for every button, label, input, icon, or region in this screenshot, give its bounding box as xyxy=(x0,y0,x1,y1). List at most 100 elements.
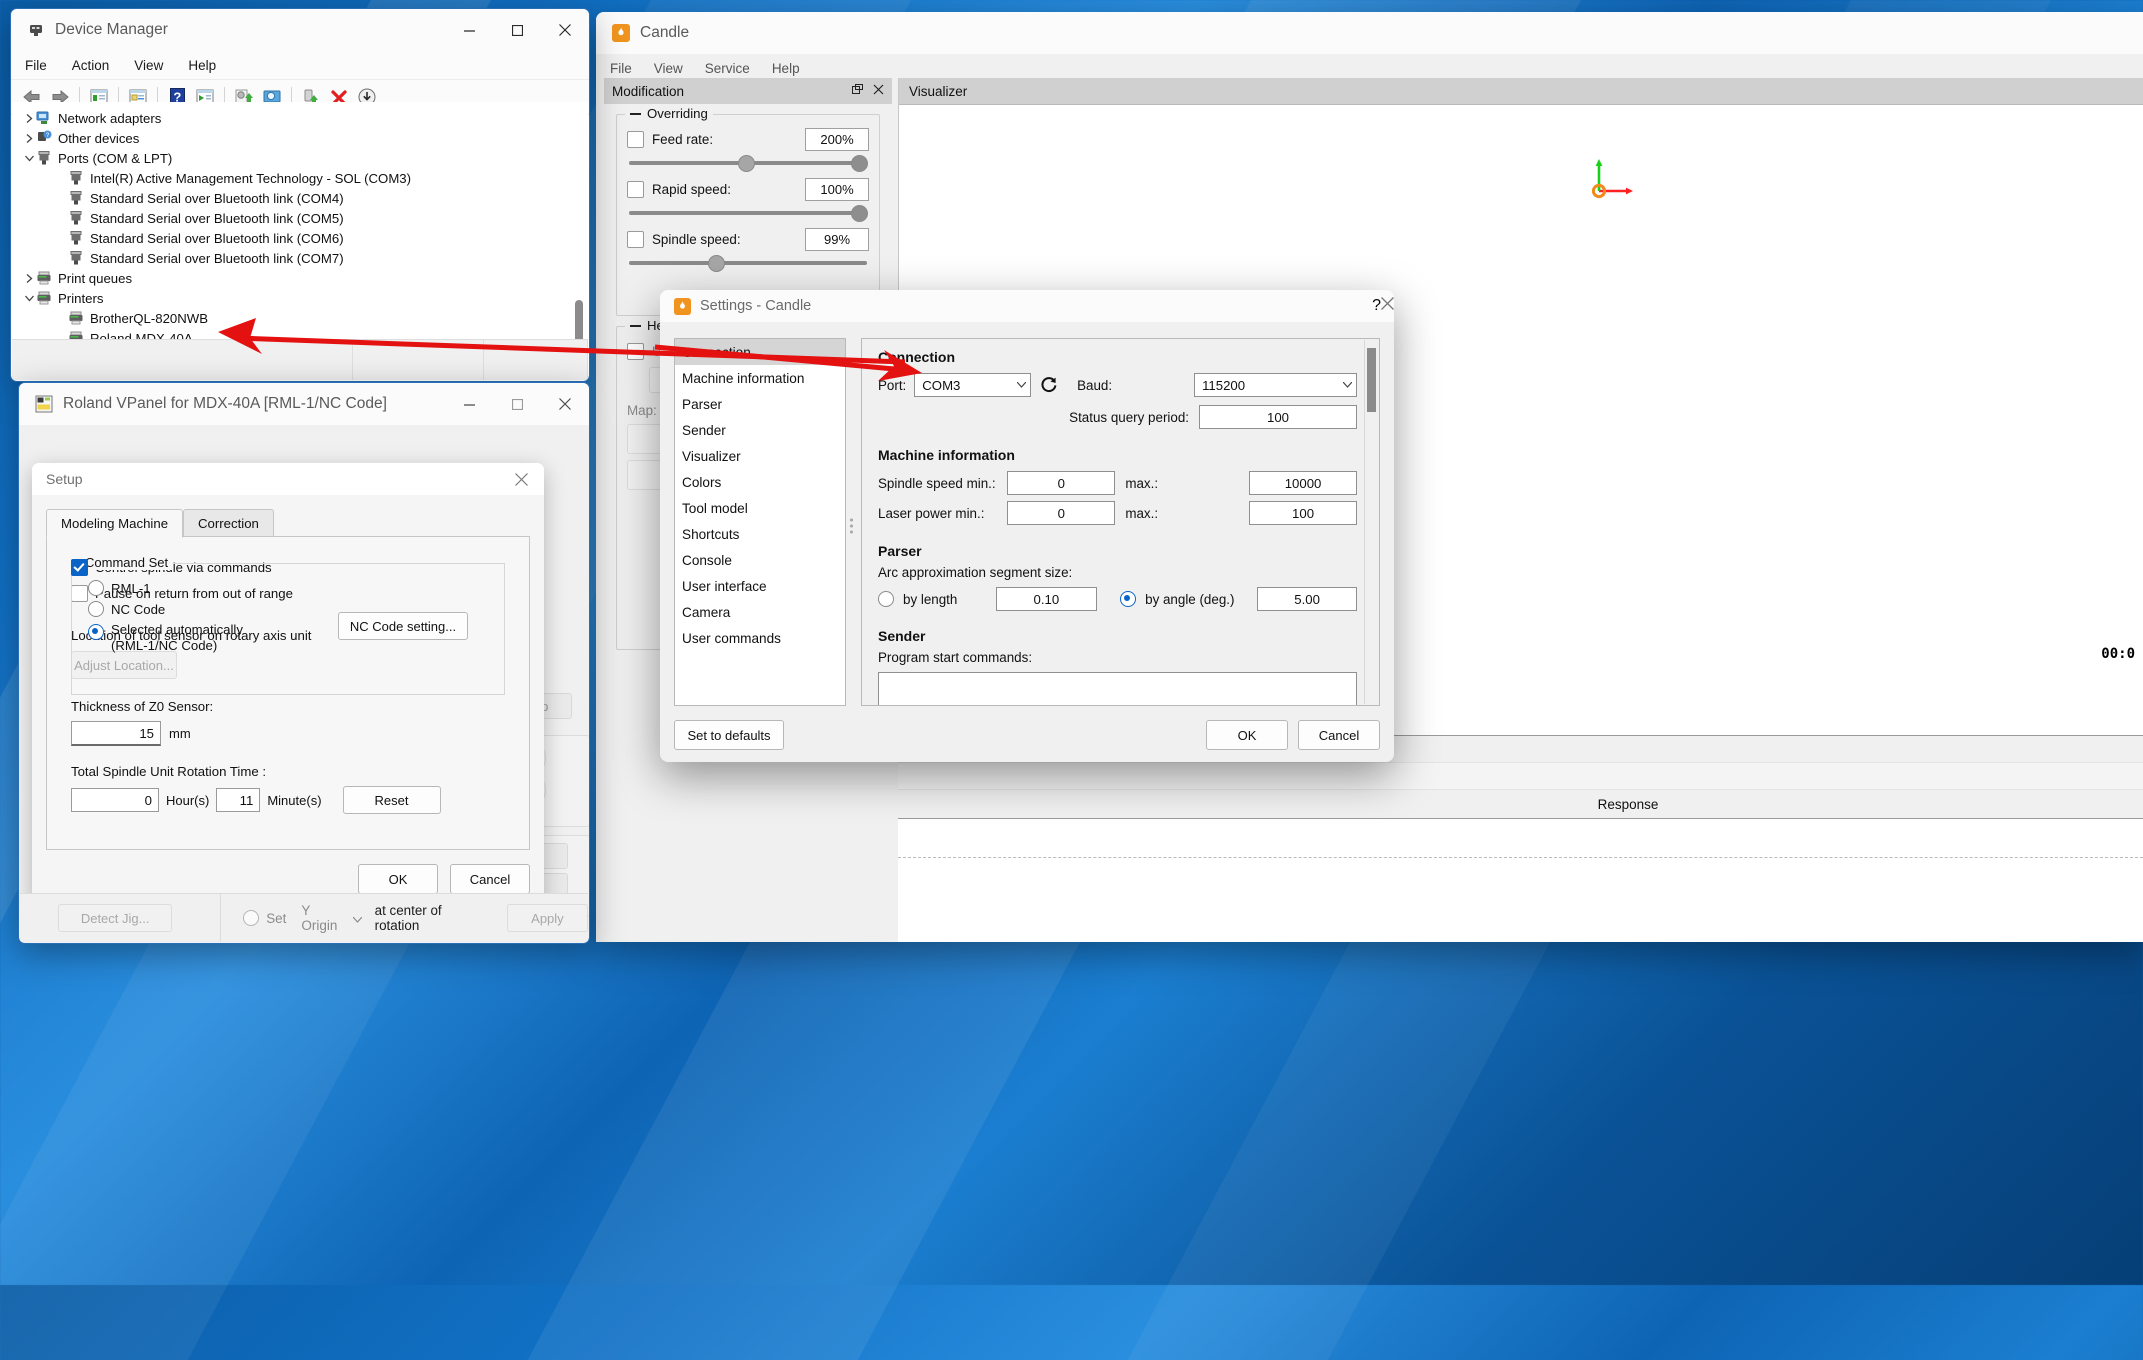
z0-thickness-input[interactable]: 15 xyxy=(71,721,161,746)
device-tree-item[interactable]: Printers xyxy=(12,288,588,308)
menu-help[interactable]: Help xyxy=(772,61,800,76)
device-tree-item[interactable]: Standard Serial over Bluetooth link (COM… xyxy=(12,208,588,228)
baud-select[interactable]: 115200 xyxy=(1194,373,1357,397)
device-tree-scrollbar[interactable] xyxy=(574,212,584,339)
radio-selected-automatically[interactable]: Selected automatically (RML-1/NC Code) xyxy=(88,622,243,654)
device-tree-item[interactable]: Intel(R) Active Management Technology - … xyxy=(12,168,588,188)
settings-nav-item-machine-information[interactable]: Machine information xyxy=(675,365,845,391)
close-icon[interactable] xyxy=(504,464,538,494)
chevron-down-icon[interactable] xyxy=(22,295,36,302)
feed-rate-value[interactable]: 200% xyxy=(805,127,869,151)
chevron-right-icon[interactable] xyxy=(22,113,36,123)
close-icon[interactable] xyxy=(873,84,884,98)
radio-rml1[interactable]: RML-1 xyxy=(88,580,243,596)
slider-knob[interactable] xyxy=(707,255,725,272)
spindle-speed-slider[interactable] xyxy=(629,253,867,272)
settings-cancel-button[interactable]: Cancel xyxy=(1298,720,1380,750)
menu-action[interactable]: Action xyxy=(72,58,110,73)
device-tree-item[interactable]: Standard Serial over Bluetooth link (COM… xyxy=(12,228,588,248)
device-manager-menubar[interactable]: File Action View Help xyxy=(11,51,589,80)
device-manager-window[interactable]: Device Manager File Action View Help ? N… xyxy=(10,8,590,382)
maximize-button[interactable] xyxy=(493,9,541,51)
device-tree-item[interactable]: Standard Serial over Bluetooth link (COM… xyxy=(12,248,588,268)
set-to-defaults-button[interactable]: Set to defaults xyxy=(674,720,784,750)
collapse-icon[interactable] xyxy=(630,324,641,327)
radio-icon[interactable] xyxy=(88,580,104,596)
slider-knob[interactable] xyxy=(851,205,868,222)
reset-button[interactable]: Reset xyxy=(342,786,441,814)
chevron-down-icon[interactable] xyxy=(22,155,36,162)
spindle-speed-checkbox[interactable] xyxy=(627,230,644,248)
menu-help[interactable]: Help xyxy=(188,58,216,73)
refresh-icon[interactable] xyxy=(1039,375,1059,395)
feed-rate-row[interactable]: Feed rate: 200% xyxy=(627,127,869,151)
menu-file[interactable]: File xyxy=(610,61,632,76)
close-button[interactable] xyxy=(541,383,589,425)
device-tree-item[interactable]: Standard Serial over Bluetooth link (COM… xyxy=(12,188,588,208)
rapid-speed-slider[interactable] xyxy=(629,203,868,222)
menu-view[interactable]: View xyxy=(134,58,163,73)
setup-dialog[interactable]: Setup Modeling Machine Correction Comman… xyxy=(32,463,544,906)
radio-icon[interactable] xyxy=(88,601,104,617)
spindle-max-input[interactable]: 10000 xyxy=(1249,471,1357,495)
chevron-right-icon[interactable] xyxy=(22,273,36,283)
set-origin-radio[interactable] xyxy=(243,910,260,926)
settings-dialog[interactable]: Settings - Candle ? Connection Machine in… xyxy=(660,290,1394,762)
close-button[interactable] xyxy=(541,9,589,51)
settings-nav-item-visualizer[interactable]: Visualizer xyxy=(675,443,845,469)
origin-select[interactable]: Y Origin xyxy=(294,903,368,933)
settings-nav-item-sender[interactable]: Sender xyxy=(675,417,845,443)
scrollbar-thumb[interactable] xyxy=(1367,348,1376,412)
minimize-button[interactable] xyxy=(445,9,493,51)
slider-knob[interactable] xyxy=(738,155,756,172)
rapid-speed-row[interactable]: Rapid speed: 100% xyxy=(627,177,869,201)
splitter-grip[interactable] xyxy=(850,518,853,534)
setup-tabs[interactable]: Modeling Machine Correction xyxy=(46,509,544,538)
setup-ok-button[interactable]: OK xyxy=(358,864,438,894)
nc-code-setting-button[interactable]: NC Code setting... xyxy=(338,612,468,640)
by-angle-input[interactable]: 5.00 xyxy=(1257,587,1358,611)
device-tree-item[interactable]: Print queues xyxy=(12,268,588,288)
by-length-radio[interactable] xyxy=(878,591,894,607)
settings-ok-button[interactable]: OK xyxy=(1206,720,1288,750)
settings-nav-item-tool-model[interactable]: Tool model xyxy=(675,495,845,521)
scrollbar-thumb[interactable] xyxy=(575,300,583,339)
spindle-min-input[interactable]: 0 xyxy=(1007,471,1116,495)
collapse-icon[interactable] xyxy=(630,112,641,115)
program-start-textarea[interactable] xyxy=(878,672,1357,705)
apply-button[interactable]: Apply xyxy=(506,904,588,932)
roland-vpanel-window[interactable]: Roland VPanel for MDX-40A [RML-1/NC Code… xyxy=(18,382,590,944)
menu-service[interactable]: Service xyxy=(705,61,750,76)
settings-nav-item-colors[interactable]: Colors xyxy=(675,469,845,495)
device-tree-item[interactable]: Ports (COM & LPT) xyxy=(12,148,588,168)
help-button[interactable]: ? xyxy=(1372,297,1381,315)
minimize-button[interactable] xyxy=(445,383,493,425)
menu-file[interactable]: File xyxy=(25,58,47,73)
device-tree-item[interactable]: Network adapters xyxy=(12,108,588,128)
settings-nav-item-connection[interactable]: Connection xyxy=(675,339,845,365)
device-tree[interactable]: Network adapters? Other devices Ports (COM… xyxy=(12,102,588,339)
feed-rate-slider[interactable] xyxy=(629,153,868,172)
laser-min-input[interactable]: 0 xyxy=(1007,501,1116,525)
setup-cancel-button[interactable]: Cancel xyxy=(450,864,530,894)
float-panel-icon[interactable] xyxy=(852,84,863,98)
rotation-hours-input[interactable]: 0 xyxy=(71,788,159,812)
close-button[interactable] xyxy=(1381,297,1394,315)
by-length-input[interactable]: 0.10 xyxy=(995,587,1098,611)
settings-pane-scrollbar[interactable] xyxy=(1364,340,1378,704)
tab-modeling-machine[interactable]: Modeling Machine xyxy=(46,509,184,538)
settings-nav-item-user-interface[interactable]: User interface xyxy=(675,573,845,599)
spindle-speed-row[interactable]: Spindle speed: 99% xyxy=(627,227,869,251)
device-tree-item[interactable]: BrotherQL-820NWB xyxy=(12,308,588,328)
tab-correction[interactable]: Correction xyxy=(183,509,274,538)
settings-nav-item-console[interactable]: Console xyxy=(675,547,845,573)
chevron-right-icon[interactable] xyxy=(22,133,36,143)
settings-nav-item-parser[interactable]: Parser xyxy=(675,391,845,417)
detect-jig-button[interactable]: Detect Jig... xyxy=(58,904,173,932)
settings-nav-list[interactable]: Connection Machine information Parser Sende… xyxy=(674,338,846,706)
device-tree-item[interactable]: Roland MDX-40A xyxy=(12,328,588,339)
settings-nav-item-camera[interactable]: Camera xyxy=(675,599,845,625)
radio-nc-code[interactable]: NC Code xyxy=(88,601,243,617)
settings-nav-item-shortcuts[interactable]: Shortcuts xyxy=(675,521,845,547)
rapid-speed-value[interactable]: 100% xyxy=(805,177,869,201)
